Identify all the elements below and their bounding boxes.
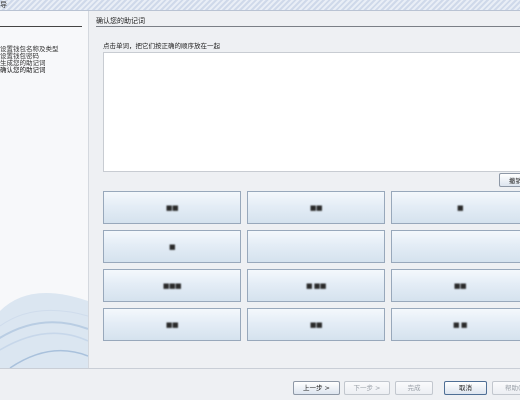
word-tile-text: ■■ [309,204,323,212]
word-tile[interactable]: ■■ [103,308,241,341]
window-title: 导 [0,1,7,9]
word-tile[interactable]: ■■ [103,191,241,224]
word-tile[interactable]: ■ [391,191,520,224]
word-tile[interactable]: ■ ■ [391,308,520,341]
instruction-text: 点击单词，把它们按正确的顺序放在一起 [103,42,220,50]
window-titlebar: 导 [0,0,520,11]
word-tile-text: ■■ [309,321,323,329]
section-divider [96,26,520,27]
word-tile[interactable] [247,230,385,263]
previous-button[interactable]: 上一步 > [293,381,340,395]
word-tile-text: ■■ [165,204,179,212]
word-tile[interactable] [391,230,520,263]
word-tile[interactable]: ■ [103,230,241,263]
cancel-button[interactable]: 取消 [444,381,487,395]
section-title: 确认您的助记词 [96,17,145,25]
wizard-sidebar: 设置钱包名称及类型 设置钱包密码 生成您的助记词 确认您的助记词 [0,11,89,368]
word-tile-text: ■ [456,204,464,212]
word-tile-text: ■ [168,243,176,251]
undo-button[interactable]: 撤销 [499,173,520,187]
word-tile-text: ■ ■ [453,321,467,329]
help-button[interactable]: 帮助(H) [492,381,520,395]
word-tile[interactable]: ■■ [247,191,385,224]
footer-divider [0,368,520,369]
word-tile-text: ■ ■■ [305,282,327,290]
sidebar-decoration-swoosh [0,293,88,368]
word-tile[interactable]: ■■ [391,269,520,302]
word-tile-text: ■■■ [162,282,182,290]
word-tile[interactable]: ■ ■■ [247,269,385,302]
next-button[interactable]: 下一步 > [344,381,390,395]
word-tile-text: ■■ [165,321,179,329]
word-tile-text: ■■ [453,282,467,290]
finish-button[interactable]: 完成 [395,381,433,395]
selected-words-area[interactable] [103,52,520,172]
word-tile[interactable]: ■■■ [103,269,241,302]
word-tile[interactable]: ■■ [247,308,385,341]
